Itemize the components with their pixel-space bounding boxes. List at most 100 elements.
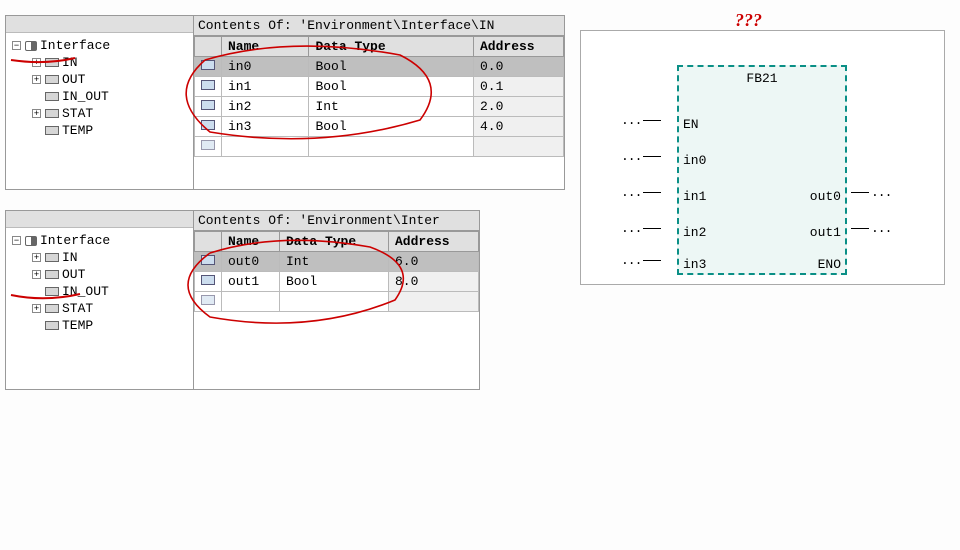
grid-in[interactable]: Name Data Type Address in0 Bool 0.0 in1 … <box>194 36 564 157</box>
interface-icon <box>25 41 37 51</box>
fb-block: FB21 EN in0 in1 out0 in2 out1 in3 ENO <box>677 65 847 275</box>
expand-icon[interactable]: + <box>32 253 41 262</box>
cell-addr[interactable]: 4.0 <box>474 117 564 137</box>
expand-icon[interactable]: + <box>32 109 41 118</box>
tree-label: TEMP <box>62 123 93 138</box>
tree-label: OUT <box>62 72 85 87</box>
contents-title-out: Contents Of: 'Environment\Inter <box>194 211 479 231</box>
cell-name[interactable]: in0 <box>222 57 309 77</box>
fb-port-in3: in3 <box>683 257 706 272</box>
col-name[interactable]: Name <box>222 232 280 252</box>
pin-icon <box>45 109 59 118</box>
table-row-empty[interactable] <box>195 137 564 157</box>
row-icon <box>201 120 215 130</box>
grid-out[interactable]: Name Data Type Address out0 Int 6.0 out1… <box>194 231 479 312</box>
fb-conn-right: ... <box>849 185 891 200</box>
row-icon <box>201 60 215 70</box>
expand-icon[interactable]: + <box>32 58 41 67</box>
fb-conn-left: ... <box>621 185 663 200</box>
table-row[interactable]: in1 Bool 0.1 <box>195 77 564 97</box>
cell-addr[interactable]: 6.0 <box>389 252 479 272</box>
interface-icon <box>25 236 37 246</box>
col-type[interactable]: Data Type <box>279 232 388 252</box>
table-row-empty[interactable] <box>195 292 479 312</box>
tree-item-temp[interactable]: TEMP <box>12 122 193 139</box>
tree-label: STAT <box>62 301 93 316</box>
collapse-icon[interactable]: − <box>12 236 21 245</box>
tree-pane-out: − Interface + IN + OUT IN_OUT + <box>6 211 194 389</box>
row-icon <box>201 295 215 305</box>
fb-conn-left: ... <box>621 149 663 164</box>
row-icon <box>201 255 215 265</box>
fb-port-out1: out1 <box>810 225 841 240</box>
expand-icon[interactable]: + <box>32 270 41 279</box>
tree-label: TEMP <box>62 318 93 333</box>
fb-port-in2: in2 <box>683 225 706 240</box>
expand-icon[interactable]: + <box>32 75 41 84</box>
contents-title-in: Contents Of: 'Environment\Interface\IN <box>194 16 564 36</box>
tree-item-inout[interactable]: IN_OUT <box>12 88 193 105</box>
cell-addr[interactable]: 8.0 <box>389 272 479 292</box>
tree-item-in[interactable]: + IN <box>12 249 193 266</box>
tree-root-in[interactable]: − Interface <box>12 37 193 54</box>
pin-icon <box>45 287 59 296</box>
cell-type[interactable]: Bool <box>309 117 474 137</box>
cell-name[interactable]: out0 <box>222 252 280 272</box>
table-row[interactable]: in3 Bool 4.0 <box>195 117 564 137</box>
row-icon <box>201 100 215 110</box>
pin-icon <box>45 270 59 279</box>
col-addr[interactable]: Address <box>474 37 564 57</box>
expand-icon[interactable]: + <box>32 304 41 313</box>
cell-name[interactable]: out1 <box>222 272 280 292</box>
fb-conn-right: ... <box>849 221 891 236</box>
col-addr[interactable]: Address <box>389 232 479 252</box>
cell-type[interactable]: Bool <box>309 57 474 77</box>
content-pane-out: Contents Of: 'Environment\Inter Name Dat… <box>194 211 479 389</box>
table-row[interactable]: in2 Int 2.0 <box>195 97 564 117</box>
cell-addr[interactable]: 2.0 <box>474 97 564 117</box>
tree-item-inout[interactable]: IN_OUT <box>12 283 193 300</box>
cell-addr[interactable]: 0.0 <box>474 57 564 77</box>
pin-icon <box>45 126 59 135</box>
content-pane-in: Contents Of: 'Environment\Interface\IN N… <box>194 16 564 189</box>
col-name[interactable]: Name <box>222 37 309 57</box>
row-icon <box>201 80 215 90</box>
cell-type[interactable]: Bool <box>279 272 388 292</box>
pin-icon <box>45 253 59 262</box>
fb-conn-left: ... <box>621 113 663 128</box>
cell-name[interactable]: in2 <box>222 97 309 117</box>
tree-item-in[interactable]: + IN <box>12 54 193 71</box>
tree-item-stat[interactable]: + STAT <box>12 300 193 317</box>
table-row[interactable]: out1 Bool 8.0 <box>195 272 479 292</box>
fb-port-eno: ENO <box>818 257 841 272</box>
pin-icon <box>45 92 59 101</box>
fb-port-in1: in1 <box>683 189 706 204</box>
col-type[interactable]: Data Type <box>309 37 474 57</box>
table-row[interactable]: out0 Int 6.0 <box>195 252 479 272</box>
pin-icon <box>45 58 59 67</box>
pin-icon <box>45 304 59 313</box>
tree-item-out[interactable]: + OUT <box>12 71 193 88</box>
tree-item-temp[interactable]: TEMP <box>12 317 193 334</box>
tree-item-out[interactable]: + OUT <box>12 266 193 283</box>
tree-root-out[interactable]: − Interface <box>12 232 193 249</box>
fb-conn-left: ... <box>621 253 663 268</box>
cell-name[interactable]: in1 <box>222 77 309 97</box>
cell-name[interactable]: in3 <box>222 117 309 137</box>
cell-type[interactable]: Bool <box>309 77 474 97</box>
row-icon <box>201 275 215 285</box>
cell-addr[interactable]: 0.1 <box>474 77 564 97</box>
cell-type[interactable]: Int <box>279 252 388 272</box>
table-row[interactable]: in0 Bool 0.0 <box>195 57 564 77</box>
cell-type[interactable]: Int <box>309 97 474 117</box>
tree-root-label: Interface <box>40 38 110 53</box>
pin-icon <box>45 321 59 330</box>
tree-item-stat[interactable]: + STAT <box>12 105 193 122</box>
tree-label: OUT <box>62 267 85 282</box>
collapse-icon[interactable]: − <box>12 41 21 50</box>
panel-in: − Interface + IN + OUT IN_OUT + <box>5 15 565 190</box>
fb-conn-left: ... <box>621 221 663 236</box>
fb-port-en: EN <box>683 117 699 132</box>
tree-label: IN_OUT <box>62 284 109 299</box>
tree-label: IN <box>62 55 78 70</box>
